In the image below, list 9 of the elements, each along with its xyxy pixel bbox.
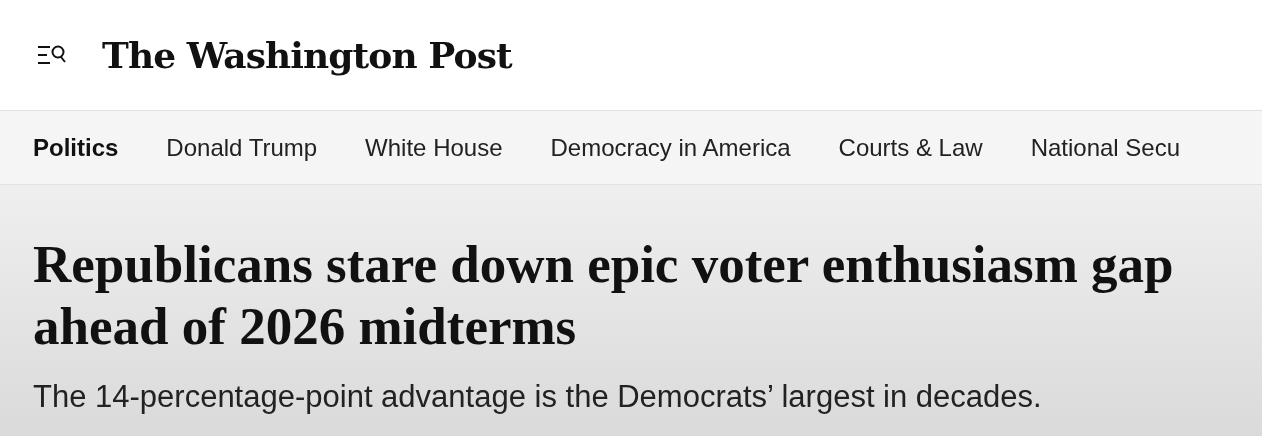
nav-link[interactable]: Democracy in America — [550, 129, 791, 166]
nav-link[interactable]: National Secu — [1030, 129, 1181, 166]
nav-link[interactable]: Donald Trump — [166, 129, 318, 166]
nav-link[interactable]: White House — [365, 129, 503, 166]
nav-link[interactable]: Politics — [33, 129, 119, 166]
subheadline: The 14-percentage-point advantage is the Democrats’ largest in decades. — [33, 378, 1043, 416]
headline: Republicans stare down epic voter enthusiasm gap ahead of 2026 midterms — [33, 234, 1175, 357]
menu-search-icon — [37, 44, 67, 66]
nav-link[interactable]: Courts & Law — [838, 129, 983, 166]
